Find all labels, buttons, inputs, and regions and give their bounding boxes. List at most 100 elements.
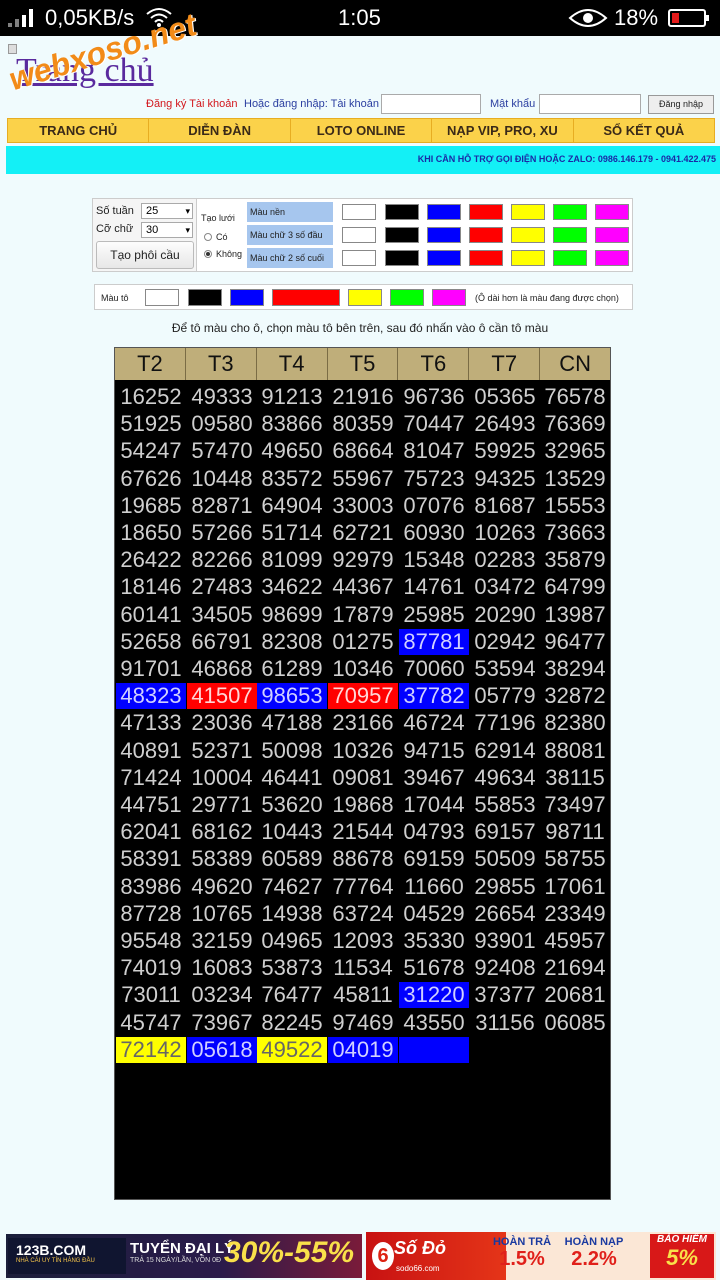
paint-swatch[interactable] <box>230 289 264 306</box>
grid-cell[interactable]: 16252 <box>116 384 186 410</box>
grid-cell[interactable]: 12093 <box>328 928 398 954</box>
grid-cell[interactable]: 09580 <box>187 411 257 437</box>
grid-cell[interactable]: 02942 <box>470 629 540 655</box>
grid-cell[interactable]: 77764 <box>328 874 398 900</box>
grid-cell[interactable]: 32965 <box>540 438 610 464</box>
grid-cell[interactable]: 96477 <box>540 629 610 655</box>
grid-cell[interactable]: 57266 <box>187 520 257 546</box>
nav-forum[interactable]: DIỄN ĐÀN <box>149 119 291 142</box>
nav-home[interactable]: TRANG CHỦ <box>8 119 150 142</box>
grid-cell[interactable]: 74019 <box>116 955 186 981</box>
grid-cell[interactable]: 29855 <box>470 874 540 900</box>
grid-cell[interactable]: 64904 <box>257 493 327 519</box>
grid-cell[interactable]: 17044 <box>399 792 469 818</box>
register-link[interactable]: Đăng ký Tài khoản <box>146 98 238 110</box>
grid-cell[interactable]: 33003 <box>328 493 398 519</box>
grid-cell[interactable]: 83866 <box>257 411 327 437</box>
grid-cell[interactable]: 70447 <box>399 411 469 437</box>
grid-cell[interactable]: 20290 <box>470 602 540 628</box>
grid-cell[interactable]: 67626 <box>116 466 186 492</box>
grid-cell[interactable]: 35330 <box>399 928 469 954</box>
grid-cell[interactable]: 81687 <box>470 493 540 519</box>
color-swatch[interactable] <box>469 204 503 220</box>
grid-cell[interactable]: 37782 <box>399 683 469 710</box>
grid-cell[interactable]: 10765 <box>187 901 257 927</box>
grid-cell[interactable]: 13987 <box>540 602 610 628</box>
grid-cell[interactable]: 61289 <box>257 656 327 682</box>
grid-cell[interactable]: 49634 <box>470 765 540 791</box>
grid-cell[interactable]: 09081 <box>328 765 398 791</box>
grid-cell[interactable]: 51678 <box>399 955 469 981</box>
grid-cell[interactable]: 77196 <box>470 710 540 736</box>
grid-cell[interactable]: 88678 <box>328 846 398 872</box>
grid-cell[interactable]: 95548 <box>116 928 186 954</box>
color-swatch[interactable] <box>342 250 376 266</box>
grid-cell[interactable]: 83572 <box>257 466 327 492</box>
grid-cell[interactable]: 46724 <box>399 710 469 736</box>
grid-cell[interactable]: 72142 <box>116 1036 186 1063</box>
grid-cell[interactable]: 18146 <box>116 574 186 600</box>
grid-cell[interactable]: 49620 <box>187 874 257 900</box>
grid-cell[interactable]: 45747 <box>116 1010 186 1036</box>
grid-cell[interactable]: 76477 <box>257 982 327 1008</box>
grid-cell[interactable]: 38294 <box>540 656 610 682</box>
weeks-select[interactable]: 25 <box>141 203 193 219</box>
grid-cell[interactable]: 04793 <box>399 819 469 845</box>
paint-swatch[interactable] <box>145 289 179 306</box>
color-swatch[interactable] <box>553 227 587 243</box>
grid-cell[interactable]: 55967 <box>328 466 398 492</box>
grid-cell[interactable]: 10443 <box>257 819 327 845</box>
grid-cell[interactable]: 01275 <box>328 629 398 655</box>
grid-cell[interactable]: 46868 <box>187 656 257 682</box>
color-swatch[interactable] <box>342 204 376 220</box>
grid-cell[interactable]: 82245 <box>257 1010 327 1036</box>
color-swatch[interactable] <box>595 250 629 266</box>
grid-cell[interactable]: 58391 <box>116 846 186 872</box>
grid-cell[interactable]: 74627 <box>257 874 327 900</box>
grid-cell[interactable]: 68664 <box>328 438 398 464</box>
grid-cell[interactable]: 70957 <box>328 683 398 710</box>
grid-cell[interactable]: 53620 <box>257 792 327 818</box>
grid-cell[interactable]: 02283 <box>470 547 540 573</box>
grid-cell[interactable]: 73011 <box>116 982 186 1008</box>
grid-cell[interactable]: 69159 <box>399 846 469 872</box>
color-swatch[interactable] <box>511 250 545 266</box>
paint-swatch[interactable] <box>390 289 424 306</box>
grid-cell[interactable]: 10326 <box>328 738 398 764</box>
grid-cell[interactable]: 76369 <box>540 411 610 437</box>
grid-cell[interactable]: 29771 <box>187 792 257 818</box>
grid-cell[interactable]: 21694 <box>540 955 610 981</box>
grid-cell[interactable]: 92979 <box>328 547 398 573</box>
grid-cell[interactable]: 19868 <box>328 792 398 818</box>
grid-cell[interactable]: 16083 <box>187 955 257 981</box>
nav-vip[interactable]: NẠP VIP, PRO, XU <box>432 119 574 142</box>
grid-cell[interactable]: 52658 <box>116 629 186 655</box>
ad-banner-123b[interactable]: 123B.COM NHÀ CÁI UY TÍN HÀNG ĐẦU TUYỂN Đ… <box>6 1234 362 1278</box>
grid-cell[interactable]: 10448 <box>187 466 257 492</box>
grid-cell[interactable]: 05365 <box>470 384 540 410</box>
password-input[interactable] <box>539 94 641 114</box>
grid-cell[interactable]: 46441 <box>257 765 327 791</box>
grid-cell[interactable]: 83986 <box>116 874 186 900</box>
grid-cell[interactable]: 49522 <box>257 1036 327 1063</box>
ad-banner-sodo[interactable]: 6 Số Đỏ sodo66.com HOÀN TRẢ 1.5% HOÀN NẠ… <box>366 1232 716 1280</box>
grid-cell[interactable]: 93901 <box>470 928 540 954</box>
color-swatch[interactable] <box>469 227 503 243</box>
grid-cell[interactable]: 18650 <box>116 520 186 546</box>
grid-cell[interactable]: 38115 <box>540 765 610 791</box>
grid-cell[interactable]: 58389 <box>187 846 257 872</box>
grid-cell[interactable]: 26493 <box>470 411 540 437</box>
grid-cell[interactable]: 47133 <box>116 710 186 736</box>
grid-cell[interactable]: 07076 <box>399 493 469 519</box>
grid-cell[interactable]: 75723 <box>399 466 469 492</box>
grid-cell[interactable]: 69157 <box>470 819 540 845</box>
grid-cell[interactable]: 34622 <box>257 574 327 600</box>
paint-swatch[interactable] <box>272 289 340 306</box>
grid-cell[interactable]: 57470 <box>187 438 257 464</box>
grid-cell[interactable]: 82871 <box>187 493 257 519</box>
grid-cell[interactable]: 68162 <box>187 819 257 845</box>
grid-cell[interactable]: 45957 <box>540 928 610 954</box>
grid-cell[interactable]: 98653 <box>257 683 327 710</box>
grid-cell[interactable]: 27483 <box>187 574 257 600</box>
grid-cell[interactable]: 62914 <box>470 738 540 764</box>
